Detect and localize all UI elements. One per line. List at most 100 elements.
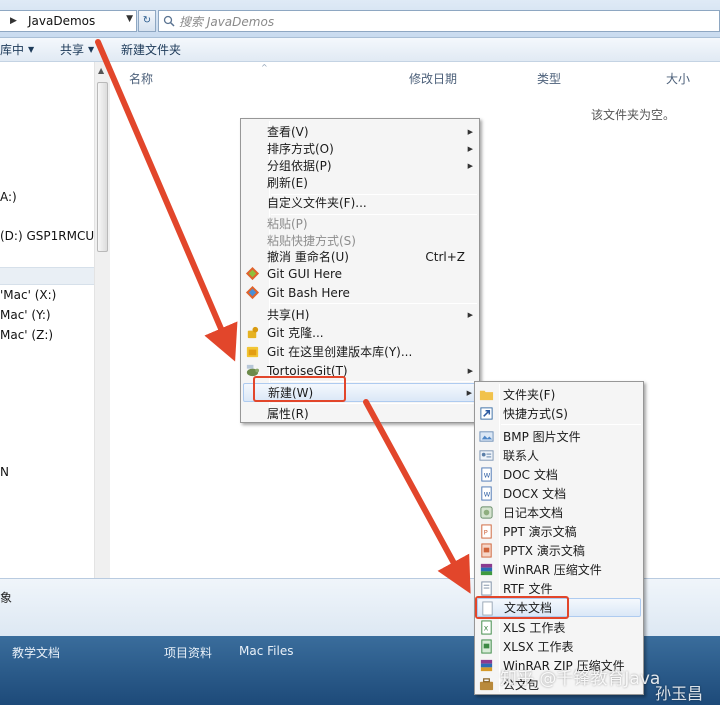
menu-item-label: Git GUI Here [267,266,343,281]
refresh-button[interactable]: ↻ [138,10,156,32]
excel-x-icon [481,639,492,654]
contact-card-icon [479,450,494,461]
folder-repo-icon [246,346,259,358]
submenu-arrow-icon: ▶ [466,388,472,397]
column-header-size[interactable]: 大小 [666,70,690,87]
new-item-docx[interactable]: W DOCX 文档 [477,484,641,503]
column-header-modified[interactable]: 修改日期 [409,70,457,87]
menu-item-git-bash[interactable]: Git Bash Here [243,283,477,302]
excel-icon: X [481,620,492,635]
share-button[interactable]: 共享 ▼ [60,41,94,58]
word-docx-icon: W [481,486,492,501]
new-item-ppt[interactable]: P PPT 演示文稿 [477,522,641,541]
winrar-zip-icon [480,659,493,672]
include-in-library-button[interactable]: 库中 ▼ [0,41,34,58]
menu-item-label: 文件夹(F) [503,388,556,402]
nav-item-drive-y[interactable]: Mac' (Y:) [0,308,51,322]
new-item-journal[interactable]: 日记本文档 [477,503,641,522]
menu-separator [271,303,477,304]
menu-item-label: 刷新(E) [267,176,308,190]
watermark-line-2: 孙玉昌 [655,684,704,703]
menu-item-label: XLSX 工作表 [503,640,574,654]
column-header-type[interactable]: 类型 [537,70,561,87]
menu-item-label: XLS 工作表 [503,621,566,635]
new-item-winrar[interactable]: WinRAR 压缩文件 [477,560,641,579]
new-item-shortcut[interactable]: 快捷方式(S) [477,404,641,423]
new-folder-button[interactable]: 新建文件夹 [121,41,181,58]
nav-item-network[interactable]: N [0,465,9,479]
menu-item-label: Git Bash Here [267,285,350,300]
breadcrumb-arrow-icon[interactable]: ▶ [10,16,20,26]
new-item-xls[interactable]: X XLS 工作表 [477,618,641,637]
scroll-thumb[interactable] [97,82,108,252]
menu-item-shortcut: Ctrl+Z [425,249,465,264]
nav-item-drive-d[interactable]: (D:) GSP1RMCUI [0,229,98,243]
taskbar-item-mac-files[interactable]: Mac Files [239,644,293,658]
menu-item-label: DOCX 文档 [503,487,567,501]
menu-item-label: Git 克隆... [267,326,324,340]
submenu-arrow-icon: ▶ [467,127,473,136]
git-diamond-icon [245,285,260,300]
address-path[interactable]: JavaDemos [28,14,95,28]
menu-item-label: WinRAR 压缩文件 [503,563,602,577]
svg-text:P: P [484,528,488,536]
scroll-up-icon[interactable]: ▲ [98,66,104,75]
search-input[interactable]: 搜索 JavaDemos [158,10,720,32]
menu-item-label: Git 在这里创建版本库(Y)... [267,345,413,359]
chevron-down-icon: ▼ [88,45,95,54]
search-placeholder: 搜索 JavaDemos [179,14,275,29]
highlight-new-box [253,376,346,402]
nav-item-drive-x[interactable]: 'Mac' (X:) [0,288,56,302]
menu-item-label: 日记本文档 [503,506,564,520]
menu-item-label: 快捷方式(S) [503,407,568,421]
new-item-folder[interactable]: 文件夹(F) [477,385,641,404]
menu-item-customize-folder[interactable]: 自定义文件夹(F)... [243,193,477,212]
taskbar-item-project-files[interactable]: 项目资料 [164,644,212,661]
nav-item-drive-a[interactable]: A:) [0,190,17,204]
new-item-xlsx[interactable]: XLSX 工作表 [477,637,641,656]
submenu-arrow-icon: ▶ [467,366,473,375]
nav-item-drive-z[interactable]: Mac' (Z:) [0,328,53,342]
address-bar-strip: ▶ JavaDemos ▼ ↻ 搜索 JavaDemos [0,0,720,38]
tortoise-git-clone-icon [247,326,259,339]
navigation-pane: A:) (D:) GSP1RMCUI 'Mac' (X:) Mac' (Y:) … [0,62,110,578]
menu-item-label: 排序方式(O) [267,142,334,156]
menu-item-label: 分组依据(P) [267,159,332,173]
new-item-bmp[interactable]: BMP 图片文件 [477,427,641,446]
menu-item-label: 撤消 重命名(U) [267,250,349,264]
powerpoint-icon: P [481,524,492,539]
search-icon [163,15,175,27]
taskbar-item-teaching-docs[interactable]: 教学文档 [12,644,60,661]
command-toolbar: 库中 ▼ 共享 ▼ 新建文件夹 [0,38,720,62]
powerpoint-x-icon [481,543,492,558]
new-item-doc[interactable]: W DOC 文档 [477,465,641,484]
menu-item-label: 共享(H) [267,308,310,322]
chevron-down-icon: ▼ [28,45,35,54]
highlight-text-document-box [475,596,569,619]
column-header-name[interactable]: 名称 [129,70,153,87]
bmp-image-icon [479,431,494,442]
menu-item-label: 粘贴(P) [267,217,308,231]
new-item-contact[interactable]: 联系人 [477,446,641,465]
menu-item-git-create-repo[interactable]: Git 在这里创建版本库(Y)... [243,342,477,361]
journal-icon [480,506,493,519]
menu-item-label: PPT 演示文稿 [503,525,577,539]
menu-item-label: 联系人 [503,449,540,463]
menu-item-share[interactable]: 共享(H) ▶ [243,305,477,324]
menu-item-refresh[interactable]: 刷新(E) [243,173,477,192]
watermark-line-1: 知乎 @千锋教育Java [500,669,661,689]
briefcase-icon [479,678,494,691]
word-doc-icon: W [481,467,492,482]
svg-text:W: W [484,490,491,498]
menu-item-properties[interactable]: 属性(R) [243,404,477,423]
new-folder-label: 新建文件夹 [121,43,182,57]
nav-scrollbar[interactable]: ▲ [94,62,110,578]
address-box[interactable]: ▶ JavaDemos ▼ [0,10,137,32]
menu-item-git-clone[interactable]: Git 克隆... [243,323,477,342]
shortcut-icon [480,407,493,420]
menu-item-git-gui[interactable]: Git GUI Here [243,264,477,283]
chevron-down-icon[interactable]: ▼ [126,14,133,24]
details-text: 象 [0,591,13,605]
menu-separator [501,424,641,425]
new-item-pptx[interactable]: PPTX 演示文稿 [477,541,641,560]
